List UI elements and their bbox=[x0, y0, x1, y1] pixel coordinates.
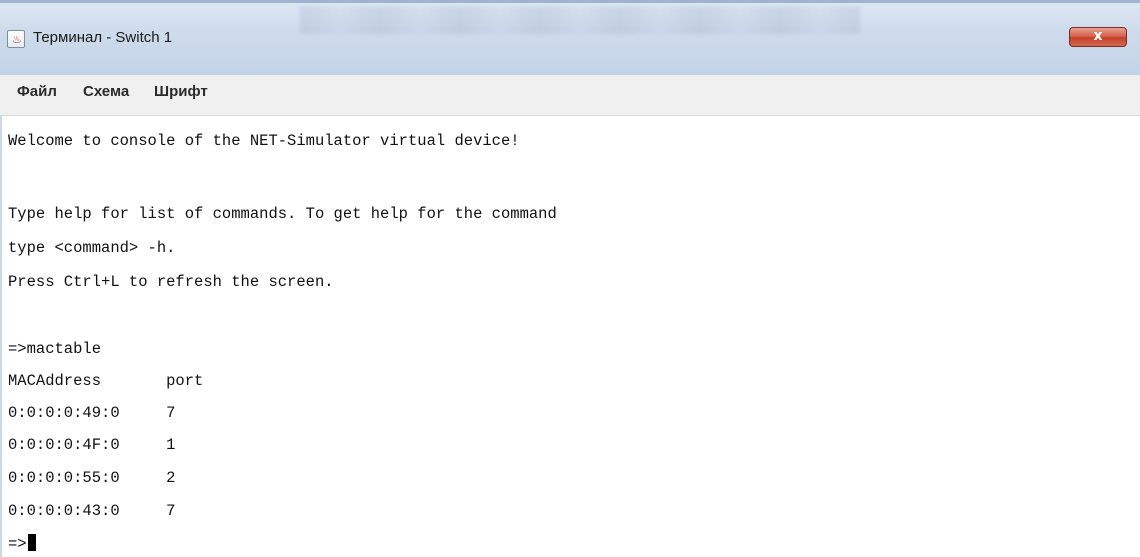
console-line-help-usage: type <command> -h. bbox=[8, 239, 176, 257]
blurred-background bbox=[300, 6, 860, 34]
console-line-welcome: Welcome to console of the NET-Simulator … bbox=[8, 132, 520, 150]
menu-bar: Файл Схема Шрифт bbox=[0, 75, 1140, 116]
text-cursor bbox=[27, 534, 36, 551]
console-prompt: => bbox=[8, 535, 27, 553]
java-cup-icon[interactable]: ♨ bbox=[7, 30, 25, 48]
menu-item-file[interactable]: Файл bbox=[17, 83, 57, 100]
mac-table-row: 0:0:0:0:4F:0 1 bbox=[8, 436, 176, 454]
console-prompt-line[interactable]: => bbox=[8, 534, 36, 553]
mac-table-header: MACAddress port bbox=[8, 372, 204, 390]
menu-item-font[interactable]: Шрифт bbox=[154, 83, 208, 100]
terminal-window: ♨ Терминал - Switch 1 x Файл Схема Шрифт… bbox=[0, 0, 1140, 557]
menu-item-scheme[interactable]: Схема bbox=[83, 83, 129, 100]
java-cup-glyph: ♨ bbox=[12, 33, 22, 46]
terminal-console[interactable]: Welcome to console of the NET-Simulator … bbox=[0, 116, 1140, 557]
close-button[interactable]: x bbox=[1069, 27, 1127, 47]
mac-table-row: 0:0:0:0:49:0 7 bbox=[8, 404, 176, 422]
console-line-command: =>mactable bbox=[8, 340, 102, 358]
mac-table-row: 0:0:0:0:43:0 7 bbox=[8, 502, 176, 520]
console-line-refresh: Press Ctrl+L to refresh the screen. bbox=[8, 273, 334, 291]
console-line-help: Type help for list of commands. To get h… bbox=[8, 205, 557, 223]
mac-table-row: 0:0:0:0:55:0 2 bbox=[8, 469, 176, 487]
title-bar[interactable]: ♨ Терминал - Switch 1 x bbox=[0, 0, 1140, 76]
window-title: Терминал - Switch 1 bbox=[33, 29, 173, 46]
